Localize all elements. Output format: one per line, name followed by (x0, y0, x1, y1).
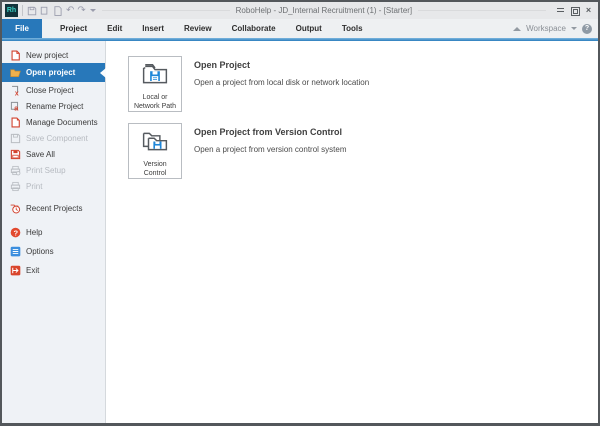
sidebar-item-label: Print Setup (26, 165, 66, 175)
sidebar-item-label: Options (26, 246, 54, 256)
sidebar-item-label: Recent Projects (26, 203, 83, 213)
file-menu-panel: New project Open project x Close Project… (2, 41, 106, 423)
tab-file[interactable]: File (2, 19, 42, 38)
new-document-icon[interactable] (53, 5, 63, 16)
version-control-button[interactable]: Version Control (128, 123, 182, 179)
sidebar-item-options[interactable]: Options (2, 243, 105, 259)
menu-items: Project Edit Insert Review Collaborate O… (50, 19, 373, 38)
save-icon[interactable] (27, 6, 37, 16)
sidebar-item-label: Close Project (26, 85, 74, 95)
title-divider (418, 10, 547, 11)
robohelp-window: Rh ↶ ↷ RoboHelp - JD_Internal Recruitmen… (0, 0, 600, 426)
title-divider (101, 10, 230, 11)
menu-edit[interactable]: Edit (97, 19, 132, 38)
svg-text:?: ? (13, 228, 18, 237)
sidebar-item-label: Print (26, 181, 43, 191)
option-text: Open Project Open a project from local d… (194, 56, 369, 112)
open-project-local-option[interactable]: Local or Network Path Open Project Open … (128, 56, 588, 112)
sidebar-item-manage-documents[interactable]: Manage Documents (2, 114, 105, 130)
sidebar-item-exit[interactable]: Exit (2, 262, 105, 278)
sidebar-item-print-setup: Print Setup (2, 162, 105, 178)
close-project-icon: x (10, 85, 21, 96)
option-title: Open Project from Version Control (194, 127, 343, 137)
menu-bar: File Project Edit Insert Review Collabor… (2, 19, 598, 38)
toolbar-separator (22, 5, 23, 16)
sidebar-item-save-all[interactable]: Save All (2, 146, 105, 162)
open-project-icon (10, 67, 21, 78)
sidebar-item-label: New project (26, 50, 69, 60)
local-network-path-button[interactable]: Local or Network Path (128, 56, 182, 112)
undo-icon[interactable]: ↶ (66, 5, 74, 16)
local-network-folder-icon (142, 63, 168, 91)
menu-insert[interactable]: Insert (132, 19, 174, 38)
option-title: Open Project (194, 60, 251, 70)
collapse-ribbon-icon[interactable] (513, 26, 522, 31)
exit-icon (10, 265, 21, 276)
sidebar-item-help[interactable]: ? Help (2, 224, 105, 240)
menubar-right: Workspace ? (513, 19, 598, 38)
help-icon[interactable]: ? (582, 23, 592, 34)
new-project-icon (10, 49, 21, 61)
icon-box-label: Local or Network Path (133, 94, 177, 111)
sidebar-item-label: Save All (26, 149, 55, 159)
sidebar-item-new-project[interactable]: New project (2, 47, 105, 63)
menu-project[interactable]: Project (50, 19, 97, 38)
window-title: RoboHelp - JD_Internal Recruitment (1) -… (235, 6, 413, 15)
manage-documents-icon (10, 116, 21, 128)
sidebar-item-label: Exit (26, 265, 40, 275)
quick-access-toolbar: Rh ↶ ↷ (5, 4, 96, 17)
sidebar-item-label: Manage Documents (26, 117, 98, 127)
sidebar-item-label: Rename Project (26, 101, 84, 111)
workspace-dropdown-icon[interactable] (571, 27, 577, 30)
open-project-version-control-option[interactable]: Version Control Open Project from Versio… (128, 123, 588, 179)
workspace-selector[interactable]: Workspace (526, 24, 566, 33)
recent-projects-icon (10, 203, 21, 214)
file-menu-content: Local or Network Path Open Project Open … (106, 41, 598, 423)
print-setup-icon (10, 165, 21, 176)
window-controls: × (556, 6, 593, 16)
rename-project-icon: a (10, 101, 21, 112)
sidebar-item-rename-project[interactable]: a Rename Project (2, 98, 105, 114)
copy-icon[interactable] (40, 6, 50, 16)
help-icon: ? (10, 227, 21, 238)
redo-icon[interactable]: ↷ (77, 5, 85, 16)
toolbar-dropdown-icon[interactable] (89, 9, 96, 12)
print-icon (10, 181, 21, 192)
title-bar: Rh ↶ ↷ RoboHelp - JD_Internal Recruitmen… (2, 2, 598, 19)
sidebar-item-label: Open project (26, 68, 76, 77)
close-icon[interactable]: × (584, 6, 593, 15)
menu-tools[interactable]: Tools (332, 19, 373, 38)
option-description: Open a project from local disk or networ… (194, 78, 370, 87)
sidebar-item-recent-projects[interactable]: Recent Projects (2, 200, 105, 216)
save-component-icon (10, 133, 21, 144)
icon-box-label: Version Control (143, 161, 167, 178)
menu-review[interactable]: Review (174, 19, 222, 38)
menu-collaborate[interactable]: Collaborate (222, 19, 286, 38)
robohelp-logo-icon: Rh (5, 4, 18, 17)
sidebar-item-print: Print (2, 178, 105, 194)
version-control-folder-icon (142, 130, 168, 158)
sidebar-item-label: Save Component (26, 133, 88, 143)
minimize-icon[interactable] (556, 6, 565, 15)
sidebar-item-label: Help (26, 227, 43, 237)
sidebar-item-save-component: Save Component (2, 130, 105, 146)
save-all-icon (10, 149, 21, 160)
sidebar-item-close-project[interactable]: x Close Project (2, 82, 105, 98)
svg-text:a: a (14, 103, 19, 111)
option-description: Open a project from version control syst… (194, 145, 347, 154)
menu-output[interactable]: Output (286, 19, 332, 38)
option-text: Open Project from Version Control Open a… (194, 123, 347, 179)
restore-icon[interactable] (570, 6, 581, 16)
options-icon (10, 246, 21, 257)
svg-text:x: x (15, 90, 19, 96)
sidebar-item-open-project[interactable]: Open project (2, 63, 105, 82)
